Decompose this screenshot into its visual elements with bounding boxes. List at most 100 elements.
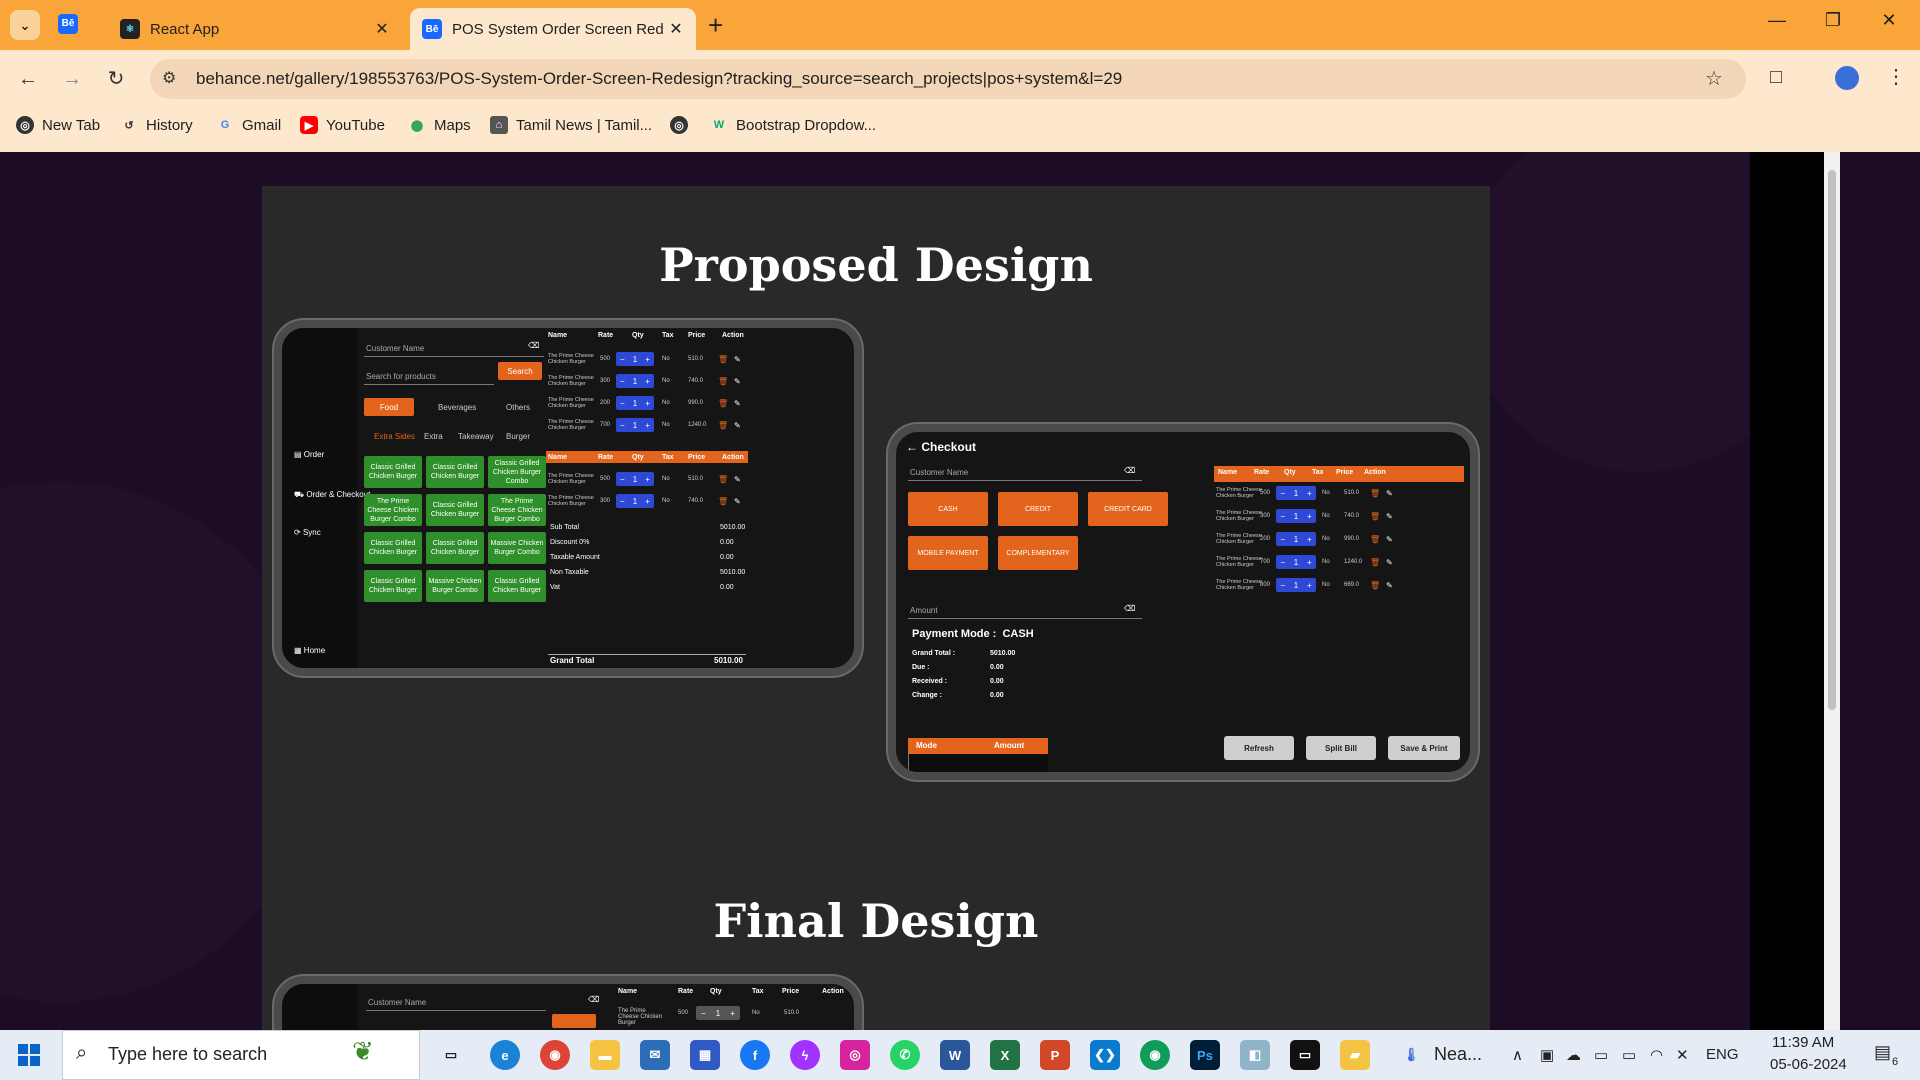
- minimize-icon[interactable]: —: [1754, 10, 1800, 31]
- word-icon[interactable]: W: [940, 1040, 970, 1070]
- url-text[interactable]: behance.net/gallery/198553763/POS-System…: [196, 69, 1122, 89]
- mail-icon[interactable]: ✉: [640, 1040, 670, 1070]
- row-tax: No: [1322, 582, 1330, 588]
- scrollbar-thumb[interactable]: [1828, 170, 1836, 710]
- summary-label: Sub Total: [550, 524, 580, 531]
- whatsapp-icon[interactable]: ✆: [890, 1040, 920, 1070]
- row-name: The Prime Cheese Chicken Burger: [1216, 579, 1262, 591]
- cloud-icon[interactable]: ☁: [1566, 1046, 1581, 1064]
- plus-icon: +: [1306, 580, 1312, 590]
- bookmark-star-icon[interactable]: ☆: [1705, 66, 1723, 91]
- plus-icon: +: [1306, 534, 1312, 544]
- summary-label: Discount 0%: [550, 539, 590, 546]
- edit-icon: ✎: [1386, 512, 1393, 521]
- delete-icon: 🗑: [718, 421, 729, 430]
- photoshop-icon[interactable]: Ps: [1190, 1040, 1220, 1070]
- meet-icon[interactable]: ▣: [1540, 1046, 1554, 1064]
- total-value: 0.00: [990, 678, 1004, 685]
- product-card: Classic Grilled Chicken Burger: [426, 456, 484, 488]
- battery-icon[interactable]: ▭: [1622, 1046, 1636, 1064]
- table-header-cell: Rate: [598, 332, 614, 339]
- delete-icon: 🗑: [718, 399, 729, 408]
- row-rate: 700: [1260, 559, 1271, 565]
- extensions-icon[interactable]: □: [1770, 66, 1782, 89]
- bookmark-globe[interactable]: ◎: [670, 116, 696, 134]
- edge-icon[interactable]: e: [490, 1040, 520, 1070]
- tab-pos-system[interactable]: Bē POS System Order Screen Rede ✕: [410, 8, 696, 50]
- forward-icon[interactable]: →: [57, 64, 87, 94]
- menu-icon[interactable]: ⋮: [1886, 64, 1906, 89]
- powerpoint-icon[interactable]: P: [1040, 1040, 1070, 1070]
- qty-value: 1: [1293, 580, 1299, 590]
- display-icon[interactable]: ▭: [1594, 1046, 1608, 1064]
- close-tab-icon[interactable]: ✕: [370, 19, 394, 39]
- notifications-icon[interactable]: ▤: [1874, 1042, 1891, 1063]
- language-indicator[interactable]: ENG: [1706, 1046, 1739, 1063]
- save-print-button: Save & Print: [1388, 736, 1460, 760]
- close-tab-icon[interactable]: ✕: [664, 19, 688, 39]
- terminal-icon[interactable]: ▭: [1290, 1040, 1320, 1070]
- folder-icon[interactable]: ▰: [1340, 1040, 1370, 1070]
- vscode-icon[interactable]: ❮❯: [1090, 1040, 1120, 1070]
- chevron-up-icon[interactable]: ∧: [1512, 1046, 1523, 1064]
- qty-value: 1: [632, 398, 638, 408]
- table-header-cell: Name: [548, 454, 568, 461]
- tab-search-button[interactable]: ⌄: [10, 10, 40, 40]
- app-icon[interactable]: ◧: [1240, 1040, 1270, 1070]
- instagram-icon[interactable]: ◎: [840, 1040, 870, 1070]
- tab-react-app[interactable]: ⚛ React App ✕: [108, 8, 402, 50]
- profile-avatar[interactable]: [1835, 66, 1859, 90]
- row-name: The Prime Cheese Chicken Burger: [548, 375, 594, 387]
- windows-start-icon[interactable]: [18, 1044, 40, 1066]
- minus-icon: −: [1280, 580, 1286, 590]
- chrome-icon[interactable]: ◉: [540, 1040, 570, 1070]
- new-tab-button[interactable]: +: [708, 10, 723, 41]
- behance-icon: Bē: [422, 19, 442, 39]
- store-icon[interactable]: ▦: [690, 1040, 720, 1070]
- row-price: 510.0: [784, 1010, 800, 1016]
- bookmark-new-tab[interactable]: ◎ New Tab: [16, 116, 100, 134]
- clock-time[interactable]: 11:39 AM: [1772, 1034, 1834, 1051]
- wifi-icon[interactable]: ◠: [1650, 1046, 1663, 1064]
- mode-table-body: [908, 754, 1048, 772]
- row-rate: 300: [600, 498, 611, 504]
- chrome-active-icon[interactable]: ◉: [1140, 1040, 1170, 1070]
- messenger-icon[interactable]: ϟ: [790, 1040, 820, 1070]
- excel-icon[interactable]: X: [990, 1040, 1020, 1070]
- subtab-takeaway: Takeaway: [458, 432, 494, 441]
- delete-icon: 🗑: [1370, 512, 1381, 521]
- globe-icon: ◎: [16, 116, 34, 134]
- bookmark-history[interactable]: ↺ History: [120, 116, 192, 134]
- edit-icon: ✎: [734, 475, 741, 484]
- row-price: 510.0: [688, 356, 704, 362]
- checkout-screen-mockup: ← Checkout Customer Name ⌫ CASH CREDIT C…: [888, 424, 1478, 780]
- table-header-cell: Qty: [632, 332, 644, 339]
- bookmark-gmail[interactable]: G Gmail: [216, 116, 281, 134]
- minus-icon: −: [620, 474, 625, 484]
- weather-icon[interactable]: 🌡: [1396, 1040, 1426, 1070]
- row-tax: No: [1322, 490, 1330, 496]
- clock-date[interactable]: 05-06-2024: [1770, 1056, 1847, 1073]
- row-name: The Prime Cheese Chicken Burger: [548, 473, 594, 485]
- reload-icon[interactable]: ↻: [101, 64, 131, 94]
- facebook-icon[interactable]: f: [740, 1040, 770, 1070]
- bookmark-maps[interactable]: ⬤ Maps: [408, 116, 471, 134]
- minus-icon: −: [620, 354, 625, 364]
- file-explorer-icon[interactable]: ▬: [590, 1040, 620, 1070]
- volume-muted-icon[interactable]: ✕: [1676, 1046, 1689, 1064]
- weather-text[interactable]: Nea...: [1434, 1044, 1482, 1065]
- behance-pinned-tab[interactable]: Bē: [58, 14, 94, 36]
- minus-icon: −: [701, 1008, 706, 1018]
- bookmark-youtube[interactable]: ▶ YouTube: [300, 116, 385, 134]
- row-price: 740.0: [688, 498, 704, 504]
- restore-icon[interactable]: ❐: [1810, 10, 1856, 31]
- back-icon[interactable]: ←: [13, 64, 43, 94]
- task-view-icon[interactable]: ▭: [436, 1040, 466, 1070]
- bookmark-bootstrap-dropdown[interactable]: W Bootstrap Dropdow...: [710, 116, 876, 134]
- row-tax: No: [1322, 536, 1330, 542]
- bookmark-tamil-news[interactable]: ⌂ Tamil News | Tamil...: [490, 116, 652, 134]
- table-header-cell: Rate: [678, 988, 694, 995]
- row-rate: 500: [600, 356, 611, 362]
- close-window-icon[interactable]: ✕: [1866, 10, 1912, 31]
- site-info-icon[interactable]: ⚙: [162, 68, 176, 88]
